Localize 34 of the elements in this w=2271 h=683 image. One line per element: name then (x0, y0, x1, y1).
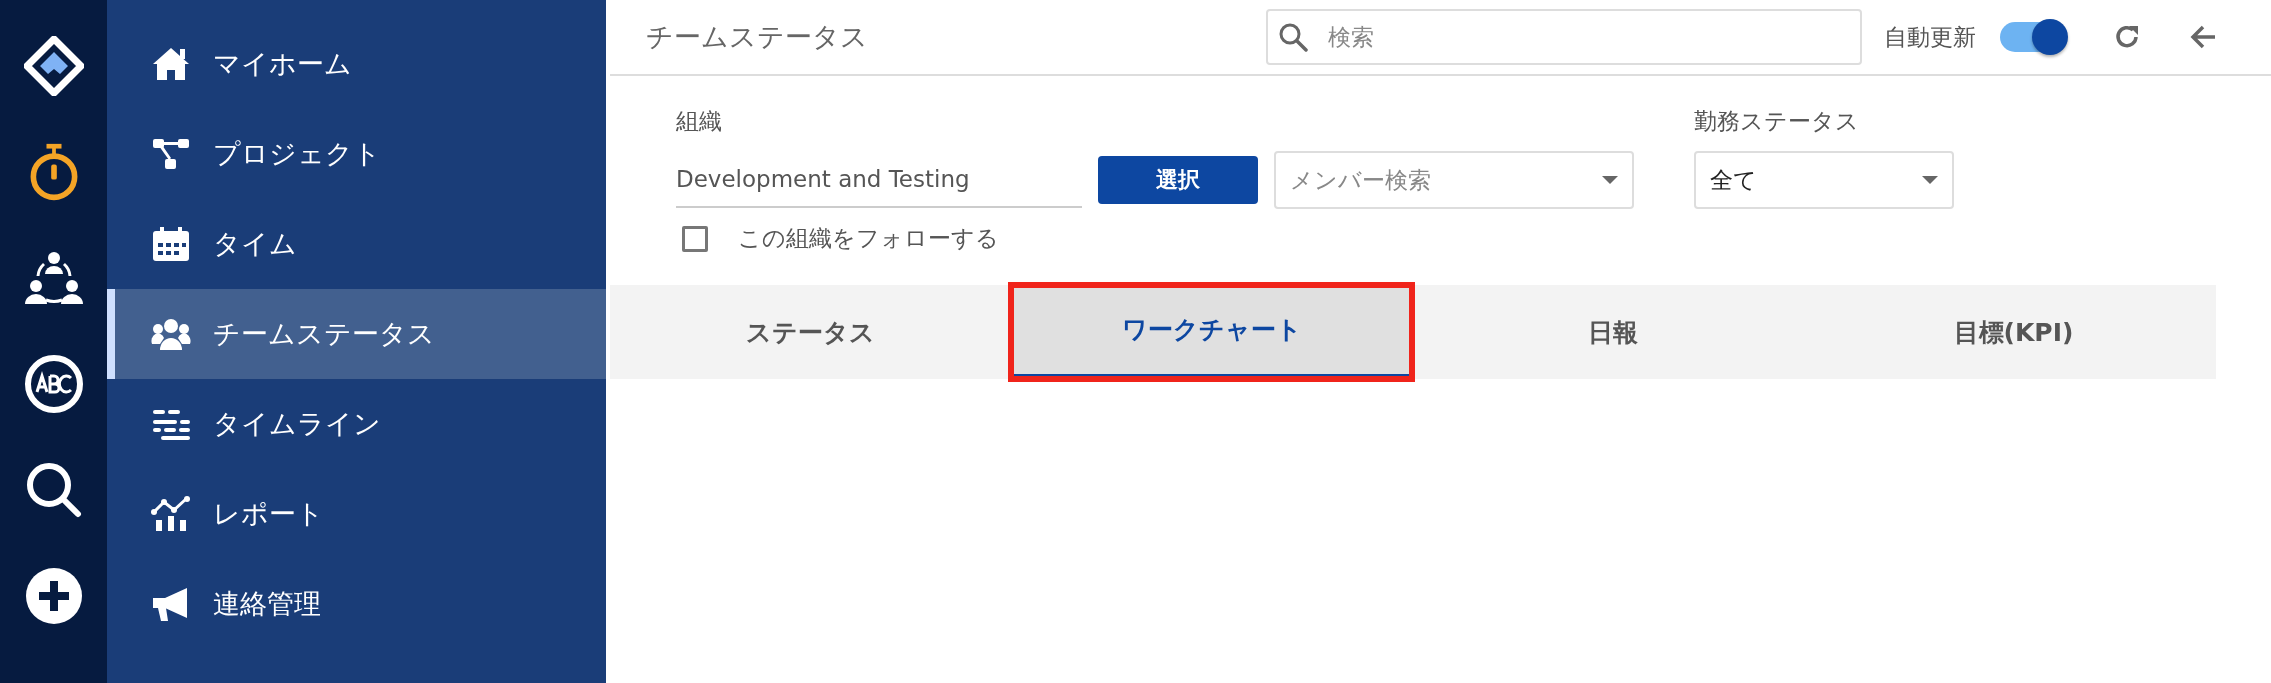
home-icon (151, 46, 191, 82)
auto-refresh-toggle[interactable] (2000, 22, 2066, 52)
organization-field[interactable]: Development and Testing (676, 152, 1082, 208)
work-status-label: 勤務ステータス (1694, 107, 1860, 136)
tab[interactable]: ワークチャート (1011, 285, 1412, 379)
search-field[interactable]: 検索 (1266, 9, 1862, 65)
abc-icon[interactable] (23, 354, 84, 414)
sidebar-item[interactable]: タイム (107, 199, 606, 289)
search-icon (1278, 22, 1308, 52)
organization-label: 組織 (676, 107, 723, 136)
sidebar-item[interactable]: タイムライン (107, 379, 606, 469)
tab[interactable]: 目標(KPI) (1813, 285, 2214, 379)
follow-label: この組織をフォローする (738, 224, 999, 253)
add-icon[interactable] (23, 566, 84, 626)
report-icon (151, 496, 191, 532)
tab[interactable]: ステータス (610, 285, 1011, 379)
page-title: チームステータス (646, 20, 869, 54)
sidebar-item[interactable]: マイホーム (107, 19, 606, 109)
auto-refresh-label: 自動更新 (1884, 22, 1976, 52)
caret-icon (1602, 176, 1618, 184)
sidebar-item[interactable]: レポート (107, 469, 606, 559)
sidebar-item[interactable]: チームステータス (107, 289, 606, 379)
calendar-icon (151, 226, 191, 262)
people-icon (151, 316, 191, 352)
sidebar-item[interactable]: 連絡管理 (107, 559, 606, 649)
member-search-dropdown[interactable]: メンバー検索 (1274, 151, 1634, 209)
select-button[interactable]: 選択 (1098, 156, 1258, 204)
sidebar-item[interactable]: プロジェクト (107, 109, 606, 199)
caret-icon (1922, 176, 1938, 184)
checkbox[interactable] (682, 225, 708, 252)
tab[interactable]: 日報 (1412, 285, 1813, 379)
project-icon (151, 136, 191, 172)
logo-icon[interactable] (23, 36, 84, 96)
work-status-dropdown[interactable]: 全て (1694, 151, 1954, 209)
